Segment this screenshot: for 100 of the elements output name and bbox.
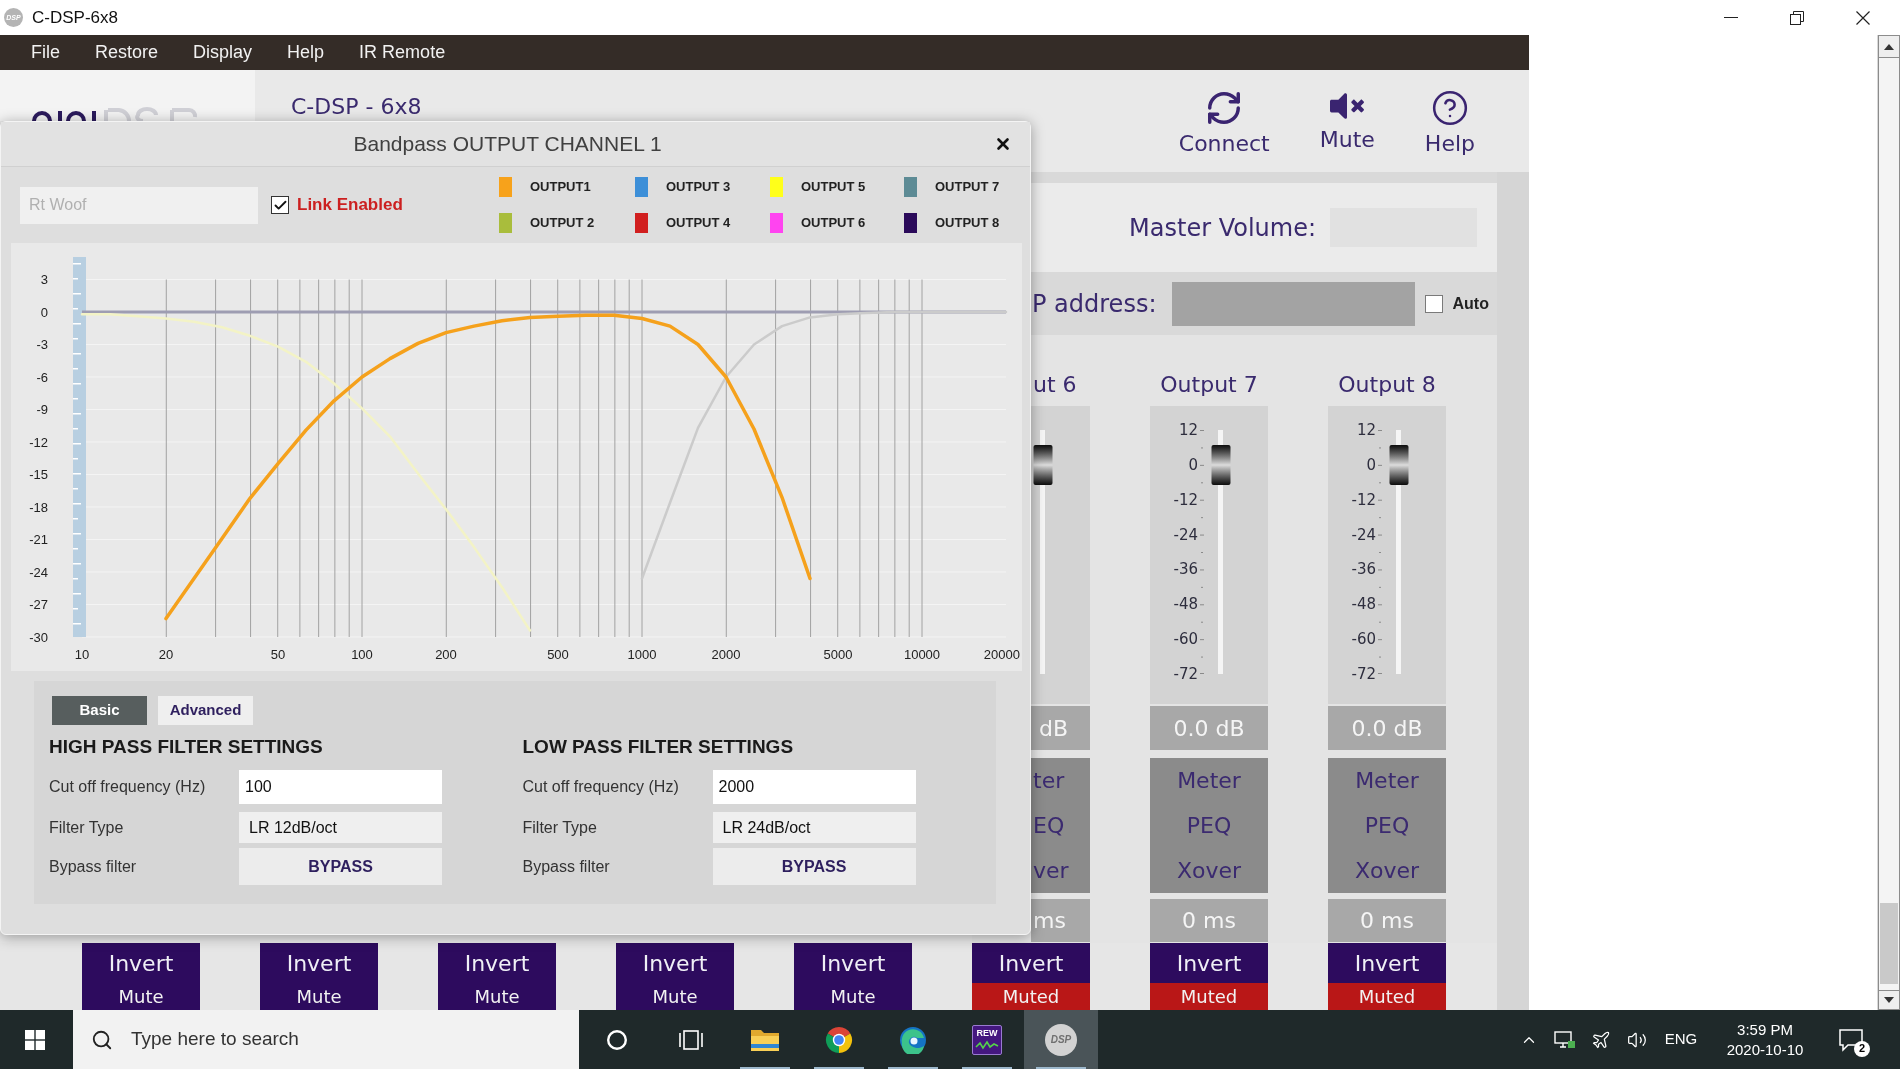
channel-title: Output 7 <box>1160 371 1258 399</box>
search-field[interactable]: Type here to search <box>73 1010 579 1069</box>
select-field[interactable]: LR 24dB/oct <box>712 812 916 843</box>
notification-badge: 2 <box>1854 1040 1870 1057</box>
field-label: Filter Type <box>49 817 125 838</box>
invert-button[interactable]: Invert <box>616 943 734 983</box>
monitor-icon[interactable] <box>1554 1029 1576 1050</box>
channel-option-button[interactable]: PEQ <box>1328 803 1446 848</box>
tick-label: 10 <box>74 647 90 662</box>
field-label: Cut off frequency (Hz) <box>49 777 207 797</box>
minimize-icon <box>1724 17 1738 18</box>
tick-label: 200 <box>435 647 457 662</box>
bypass-button[interactable]: BYPASS <box>239 848 442 885</box>
invert-button[interactable]: Invert <box>260 943 378 983</box>
language-indicator[interactable]: ENG <box>1664 1028 1698 1051</box>
tab[interactable]: Basic <box>52 696 147 725</box>
fader-thumb[interactable] <box>1211 444 1230 485</box>
field-label: Bypass filter <box>49 856 138 877</box>
mute-button[interactable]: Mute <box>438 983 556 1010</box>
tick-label: 0 <box>40 304 48 320</box>
scrollbar[interactable] <box>1877 35 1900 1010</box>
delay-readout: 0 ms <box>1150 899 1268 942</box>
connect-button[interactable]: Connect <box>1178 89 1270 172</box>
tricolor-circle-icon <box>825 1025 853 1054</box>
bypass-button[interactable]: BYPASS <box>712 848 916 885</box>
mute-button[interactable]: Muted <box>1328 983 1446 1010</box>
invert-button[interactable]: Invert <box>1150 943 1268 983</box>
invert-button[interactable]: Invert <box>1328 943 1446 983</box>
field-label: Bypass filter <box>522 856 611 877</box>
mute-button[interactable]: Mute <box>1319 89 1375 172</box>
ip-address-field[interactable] <box>1172 281 1416 326</box>
select-field[interactable]: LR 12dB/oct <box>239 812 442 843</box>
channel-option-button[interactable]: ter <box>1031 758 1090 803</box>
mute-button[interactable]: Mute <box>794 983 912 1010</box>
tick-label: 100 <box>351 647 373 662</box>
channel-option-button[interactable]: ver <box>1031 848 1090 893</box>
tick-label: -18 <box>29 499 48 515</box>
panels-icon <box>678 1028 704 1051</box>
menu-item[interactable]: Display <box>193 39 253 66</box>
text-input[interactable]: 100 <box>239 770 442 804</box>
channel-option-button[interactable]: PEQ <box>1150 803 1268 848</box>
legend-label: OUTPUT 8 <box>935 214 1000 233</box>
tick-label: 10000 <box>903 647 941 662</box>
channel-option-button[interactable]: Xover <box>1328 848 1446 893</box>
mute-button[interactable]: Muted <box>1150 983 1268 1010</box>
section-heading: HIGH PASS FILTER SETTINGS <box>49 736 324 758</box>
clock-date[interactable]: 2020-10-10 <box>1726 1039 1804 1060</box>
scale-label: -36 <box>1172 559 1198 580</box>
link-checkbox[interactable] <box>271 196 289 214</box>
scale-label: -24 <box>1350 524 1376 545</box>
scroll-up-button[interactable] <box>1878 35 1900 58</box>
mute-button[interactable]: Muted <box>972 983 1090 1010</box>
close-icon <box>1856 10 1870 25</box>
tick-label: 20 <box>158 647 174 662</box>
invert-button[interactable]: Invert <box>438 943 556 983</box>
dialog-title: Bandpass OUTPUT CHANNEL 1 <box>353 131 662 158</box>
channel-option-button[interactable]: Xover <box>1150 848 1268 893</box>
tick-label: 5000 <box>823 647 853 662</box>
scrollbar-thumb[interactable] <box>1880 903 1898 984</box>
down-triangle-icon <box>1884 997 1894 1003</box>
field-label: Filter Type <box>522 817 598 838</box>
menu-item[interactable]: IR Remote <box>359 39 446 66</box>
airplane-icon[interactable] <box>1591 1029 1611 1050</box>
tick-label: -30 <box>29 629 48 645</box>
tab[interactable]: Advanced <box>158 696 253 725</box>
scroll-down-button[interactable] <box>1878 990 1900 1010</box>
channel-title: ut 6 <box>1033 371 1077 399</box>
legend-label: OUTPUT 2 <box>530 214 595 233</box>
clock-time[interactable]: 3:59 PM <box>1737 1019 1793 1040</box>
message-icon[interactable] <box>1838 1027 1864 1052</box>
invert-button[interactable]: Invert <box>972 943 1090 983</box>
scale-label: -60 <box>1172 629 1198 650</box>
fader-thumb[interactable] <box>1389 444 1408 485</box>
channel-option-button[interactable]: Meter <box>1328 758 1446 803</box>
windows-logo-icon <box>25 1029 45 1050</box>
mute-button[interactable]: Mute <box>82 983 200 1010</box>
channel-option-button[interactable]: EQ <box>1031 803 1090 848</box>
help-button[interactable]: Help <box>1424 89 1475 172</box>
mute-button[interactable]: Mute <box>616 983 734 1010</box>
running-indicator <box>962 1067 1012 1069</box>
wave-icon <box>975 1038 999 1051</box>
menu-item[interactable]: Restore <box>95 39 159 66</box>
invert-button[interactable]: Invert <box>82 943 200 983</box>
taskbar-app-button[interactable]: REW <box>950 1010 1024 1069</box>
text-input[interactable]: 2000 <box>712 770 916 804</box>
tick-label: -21 <box>29 532 48 547</box>
app-subtitle: C-DSP - 6x8 <box>291 94 422 120</box>
invert-button[interactable]: Invert <box>794 943 912 983</box>
running-indicator <box>888 1067 938 1069</box>
scale-label: -36 <box>1350 559 1376 580</box>
scale-label: 12 <box>1355 420 1376 440</box>
scale-label: 0 <box>1365 454 1376 475</box>
fader-thumb[interactable] <box>1033 444 1052 485</box>
menu-item[interactable]: File <box>31 39 60 66</box>
auto-checkbox[interactable] <box>1425 294 1444 313</box>
menu-item[interactable]: Help <box>287 39 325 66</box>
legend-label: OUTPUT 7 <box>935 178 1000 197</box>
channel-option-button[interactable]: Meter <box>1150 758 1268 803</box>
mute-button[interactable]: Mute <box>260 983 378 1010</box>
scale-label: -72 <box>1350 663 1376 684</box>
